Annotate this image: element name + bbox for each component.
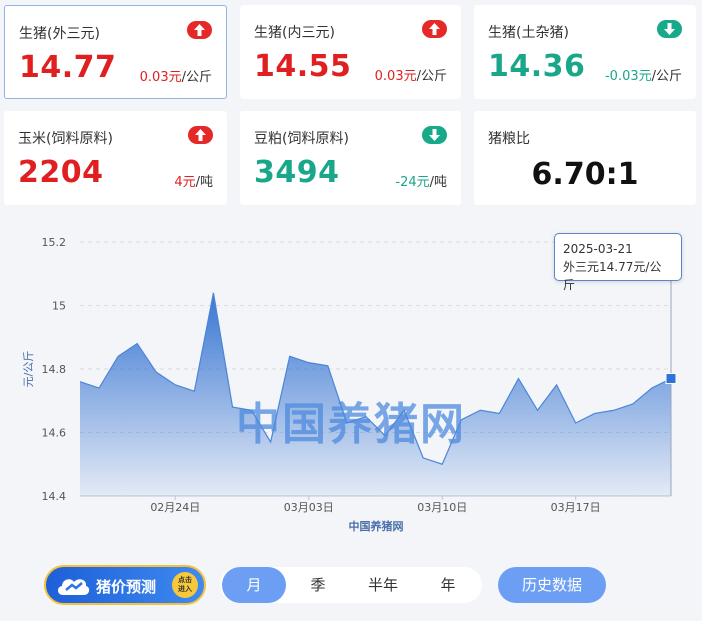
click-enter-badge: 点击 进入	[172, 572, 198, 598]
card-change: 4元/吨	[174, 175, 213, 190]
range-tab-halfyear[interactable]: 半年	[350, 567, 416, 603]
card-change: -0.03元/公斤	[604, 69, 682, 84]
card-price: 3494	[254, 155, 340, 190]
price-card-waisanyuan[interactable]: 生猪(外三元) 14.77 0.03元/公斤	[4, 5, 227, 99]
tooltip-text: 外三元14.77元/公斤	[563, 260, 662, 292]
card-label: 猪粮比	[488, 131, 530, 147]
down-arrow-icon	[422, 126, 447, 144]
card-change: 0.03元/公斤	[374, 69, 447, 84]
down-arrow-icon	[657, 20, 682, 38]
card-price: 2204	[18, 155, 104, 190]
price-card-soymeal[interactable]: 豆粕(饲料原料) 3494 -24元/吨	[240, 111, 461, 205]
card-price: 14.55	[254, 49, 352, 84]
range-tab-year[interactable]: 年	[418, 567, 478, 603]
y-tick-label: 15	[52, 300, 66, 313]
promo-text: 猪价预测	[96, 578, 157, 596]
card-label: 生猪(内三元)	[254, 25, 335, 41]
card-change: 0.03元/公斤	[139, 70, 212, 85]
x-axis-label: 中国养猪网	[349, 519, 404, 533]
y-tick-label: 14.6	[42, 427, 67, 440]
card-label: 生猪(土杂猪)	[488, 25, 569, 41]
price-forecast-button[interactable]: 猪价预测 点击 进入	[44, 565, 206, 605]
up-arrow-icon	[188, 126, 213, 144]
up-arrow-icon	[422, 20, 447, 38]
range-tab-quarter[interactable]: 季	[288, 567, 348, 603]
x-tick-label: 03月17日	[551, 501, 601, 514]
history-data-button[interactable]: 历史数据	[498, 567, 606, 603]
watermark: 中国养猪网	[236, 399, 466, 450]
price-card-neisanyuan[interactable]: 生猪(内三元) 14.55 0.03元/公斤	[240, 5, 461, 99]
tooltip-date: 2025-03-21	[563, 242, 633, 256]
card-label: 生猪(外三元)	[19, 26, 100, 42]
price-card-corn[interactable]: 玉米(饲料原料) 2204 4元/吨	[4, 111, 227, 205]
card-price: 14.36	[488, 49, 586, 84]
ratio-value: 6.70:1	[531, 157, 639, 192]
y-tick-label: 14.4	[42, 490, 67, 503]
price-card-tuzazhu[interactable]: 生猪(土杂猪) 14.36 -0.03元/公斤	[474, 5, 696, 99]
y-tick-label: 14.8	[42, 363, 67, 376]
x-tick-label: 02月24日	[150, 501, 200, 514]
hog-grain-ratio-card[interactable]: 猪粮比 6.70:1	[474, 111, 696, 205]
card-label: 玉米(饲料原料)	[18, 131, 113, 147]
y-axis-label: 元/公斤	[22, 351, 35, 388]
chart-tooltip: 2025-03-21 外三元14.77元/公斤	[554, 233, 682, 292]
x-tick-label: 03月03日	[284, 501, 334, 514]
card-price: 14.77	[19, 50, 117, 85]
card-change: -24元/吨	[395, 175, 447, 190]
y-tick-label: 15.2	[42, 236, 67, 249]
up-arrow-icon	[187, 21, 212, 39]
x-tick-label: 03月10日	[417, 501, 467, 514]
card-label: 豆粕(饲料原料)	[254, 131, 349, 147]
data-point-marker	[665, 373, 677, 385]
range-selector: 月 季 半年 年	[220, 567, 482, 603]
range-tab-month[interactable]: 月	[222, 567, 286, 603]
cloud-icon	[54, 573, 92, 603]
